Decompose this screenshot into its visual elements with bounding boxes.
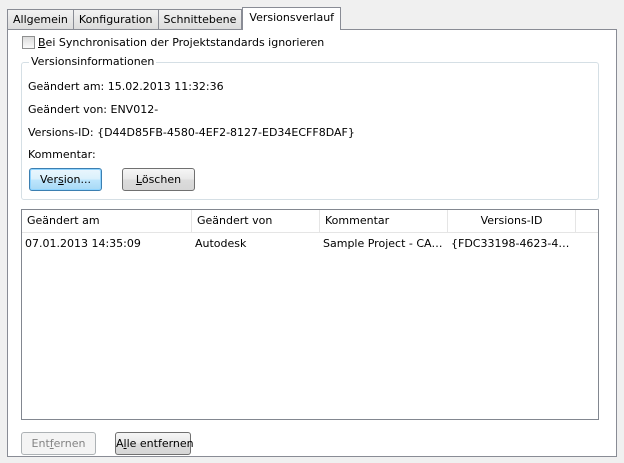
tab-panel: Bei Synchronisation der Projektstandards… bbox=[7, 29, 617, 457]
table-row[interactable]: 07.01.2013 14:35:09 Autodesk Sample Proj… bbox=[22, 234, 598, 254]
tab-konfiguration[interactable]: Konfiguration bbox=[72, 9, 159, 29]
version-info-group: Versionsinformationen Geändert am: 15.02… bbox=[21, 55, 599, 200]
column-header-version-id[interactable]: Versions-ID bbox=[448, 210, 576, 233]
version-info-title: Versionsinformationen bbox=[29, 55, 157, 68]
ignore-sync-label: Bei Synchronisation der Projektstandards… bbox=[38, 36, 325, 49]
cell-comment: Sample Project - CAD S... bbox=[323, 237, 448, 250]
list-header: Geändert am Geändert von Kommentar Versi… bbox=[22, 210, 598, 233]
version-button[interactable]: Version... bbox=[29, 168, 102, 191]
changed-by-text: Geändert von: ENV012- bbox=[28, 103, 159, 116]
version-id-text: Versions-ID: {D44D85FB-4580-4EF2-8127-ED… bbox=[28, 126, 355, 139]
column-header-comment[interactable]: Kommentar bbox=[320, 210, 448, 233]
version-history-list[interactable]: Geändert am Geändert von Kommentar Versi… bbox=[21, 209, 599, 420]
tab-schnittebene[interactable]: Schnittebene bbox=[157, 9, 243, 29]
ignore-sync-checkbox[interactable] bbox=[22, 36, 35, 49]
comment-text: Kommentar: bbox=[28, 148, 96, 161]
ignore-sync-checkbox-row[interactable]: Bei Synchronisation der Projektstandards… bbox=[22, 36, 324, 49]
cell-changed-at: 07.01.2013 14:35:09 bbox=[25, 237, 141, 250]
column-header-changed-at[interactable]: Geändert am bbox=[22, 210, 192, 233]
cell-version-id: {FDC33198-4623-45D8... bbox=[451, 237, 576, 250]
cell-changed-by: Autodesk bbox=[195, 237, 247, 250]
remove-all-button[interactable]: Alle entfernen bbox=[115, 432, 194, 455]
tab-strip: Allgemein Konfiguration Schnittebene Ver… bbox=[7, 7, 342, 30]
column-header-changed-by[interactable]: Geändert von bbox=[192, 210, 320, 233]
changed-at-text: Geändert am: 15.02.2013 11:32:36 bbox=[28, 80, 224, 93]
remove-button[interactable]: Entfernen bbox=[21, 432, 96, 455]
delete-button[interactable]: Löschen bbox=[122, 168, 195, 191]
tab-allgemein[interactable]: Allgemein bbox=[7, 9, 74, 29]
tab-versionsverlauf[interactable]: Versionsverlauf bbox=[242, 7, 342, 30]
